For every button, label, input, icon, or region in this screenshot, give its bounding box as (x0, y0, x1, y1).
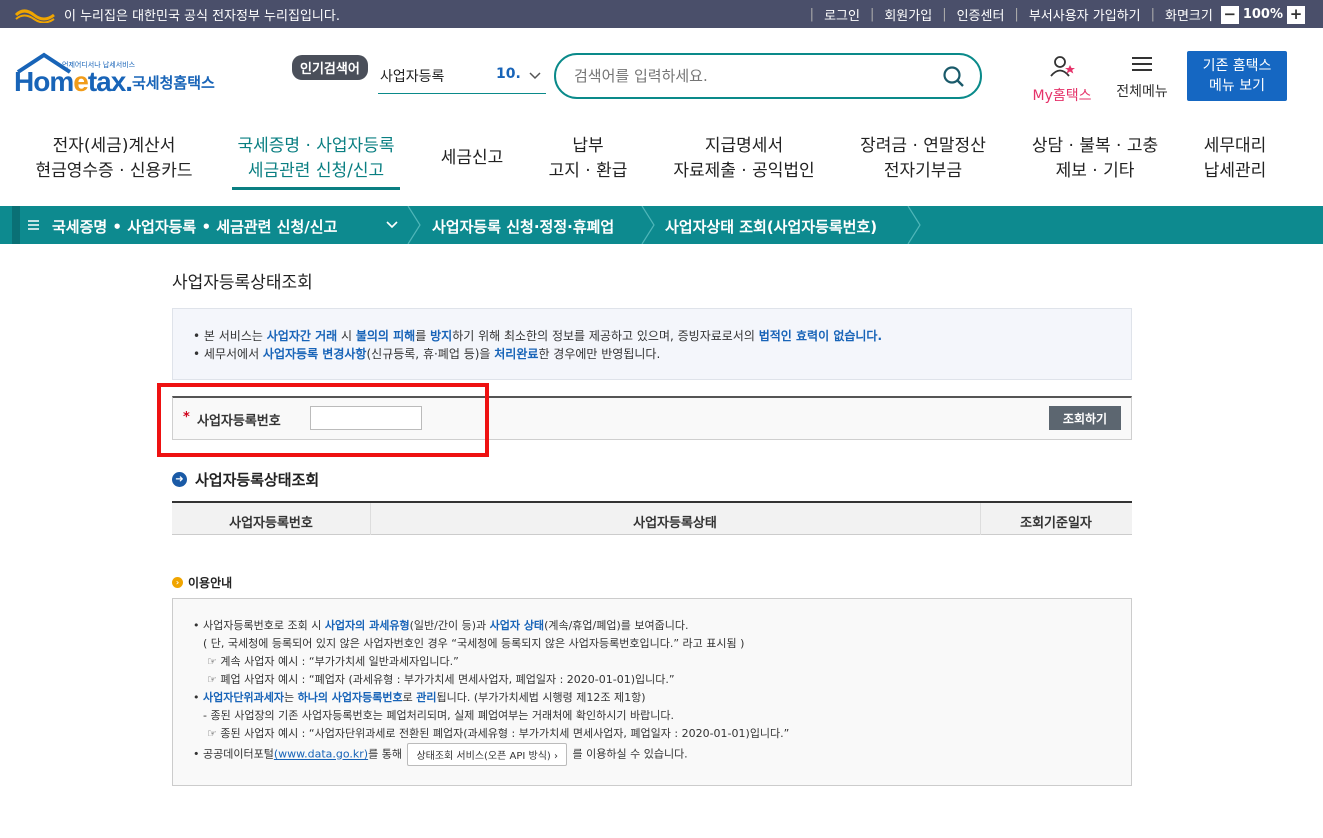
nav-item-einvoice[interactable]: 전자(세금)계산서 현금영수증 · 신용카드 (34, 134, 194, 184)
chevron-down-icon[interactable] (386, 220, 398, 230)
breadcrumb-level-3[interactable]: 사업자상태 조회(사업자등록번호) (665, 216, 877, 237)
zoom-out-button[interactable]: − (1220, 5, 1239, 24)
search-input[interactable] (574, 64, 934, 88)
hometax-logo[interactable]: 언제어디서나 납세서비스 Hometax. 국세청홈택스 (14, 52, 234, 104)
info-circle-icon: › (172, 577, 183, 588)
nav-item-tax-report[interactable]: 세금신고 (432, 134, 512, 171)
nav-item-statement[interactable]: 지급명세서 자료제출 · 공익법인 (666, 134, 822, 184)
my-hometax-button[interactable]: My홈택스 (1026, 55, 1098, 105)
breadcrumb-level-2[interactable]: 사업자등록 신청·정정·휴폐업 (432, 216, 614, 237)
data-portal-link[interactable]: (www.data.go.kr) (274, 748, 368, 761)
popular-rank: 10. (496, 66, 521, 82)
service-notice: • 본 서비스는 사업자간 거래 시 불의의 피해를 방지하기 위해 최소한의 … (172, 308, 1132, 380)
guide-line-1: • 사업자등록번호로 조회 시 사업자의 과세유형(일반/간이 등)과 사업자 … (193, 619, 689, 632)
user-icon (1050, 56, 1075, 77)
cert-center-link[interactable]: 인증센터 (957, 5, 1005, 24)
gov-notice-text: 이 누리집은 대한민국 공식 전자정부 누리집입니다. (64, 9, 340, 24)
menu-list-icon (28, 220, 39, 230)
col-reference-date: 조회기준일자 (1020, 516, 1092, 531)
nav-item-certificate[interactable]: 국세증명 · 사업자등록 세금관련 신청/신고 (232, 134, 400, 190)
result-table-header: 사업자등록번호 사업자등록상태 조회기준일자 (172, 501, 1132, 535)
my-hometax-label: My홈택스 (1032, 88, 1092, 104)
breadcrumb-divider-icon (407, 206, 421, 244)
screen-size-label: 화면크기 (1164, 9, 1213, 24)
inquiry-button[interactable]: 조회하기 (1049, 406, 1121, 430)
search-icon[interactable] (942, 65, 966, 89)
zoom-level: 100% (1242, 7, 1283, 22)
dept-user-signup-link[interactable]: 부서사용자 가입하기 (1029, 5, 1141, 24)
guide-line-2: ( 단, 국세청에 등록되어 있지 않은 사업자번호인 경우 “국세청에 등록되… (203, 637, 745, 650)
all-menu-label: 전체메뉴 (1116, 84, 1168, 100)
old-menu-button[interactable]: 기존 홈택스 메뉴 보기 (1187, 51, 1287, 101)
nav-item-payment[interactable]: 납부 고지 · 환급 (538, 134, 638, 184)
page-title: 사업자등록상태조회 (172, 273, 313, 293)
nav-item-agent[interactable]: 세무대리 납세관리 (1196, 134, 1274, 184)
highlight-box (157, 383, 489, 457)
col-business-status: 사업자등록상태 (633, 516, 717, 531)
col-business-number: 사업자등록번호 (229, 516, 313, 531)
result-section-title: ➜ 사업자등록상태조회 (172, 469, 319, 490)
guide-title: › 이용안내 (172, 574, 232, 591)
popular-search-badge: 인기검색어 (292, 55, 368, 80)
breadcrumb: 국세증명 • 사업자등록 • 세금관련 신청/신고 사업자등록 신청·정정·휴폐… (0, 206, 1323, 244)
gov-banner: 이 누리집은 대한민국 공식 전자정부 누리집입니다. | 로그인 | 회원가입… (0, 0, 1323, 28)
main-nav: 전자(세금)계산서 현금영수증 · 신용카드 국세증명 · 사업자등록 세금관련 신… (0, 134, 1323, 200)
guide-line-7: ☞ 종된 사업자 예시 : “사업자단위과세로 전환된 폐업자(과세유형 : 부… (207, 727, 790, 740)
open-api-button[interactable]: 상태조회 서비스(오픈 API 방식) › (407, 743, 567, 766)
chevron-down-icon (529, 72, 541, 80)
logo-korean-name: 국세청홈택스 (132, 74, 215, 92)
arrow-circle-icon: ➜ (172, 472, 187, 487)
guide-line-3: ☞ 계속 사업자 예시 : “부가가치세 일반과세자입니다.” (207, 655, 459, 668)
breadcrumb-divider-icon (907, 206, 921, 244)
all-menu-button[interactable]: 전체메뉴 (1110, 55, 1174, 101)
hamburger-icon (1132, 57, 1152, 71)
notice-line-2: • 세무서에서 사업자등록 변경사항(신규등록, 휴·폐업 등)을 처리완료한 … (193, 347, 661, 361)
guide-line-4: ☞ 폐업 사업자 예시 : “폐업자 (과세유형 : 부가가치세 면세사업자, … (207, 673, 675, 686)
guide-line-5: • 사업자단위과세자는 하나의 사업자등록번호로 관리됩니다. (부가가치세법 … (193, 691, 646, 704)
breadcrumb-divider-icon (641, 206, 655, 244)
usage-guide: • 사업자등록번호로 조회 시 사업자의 과세유형(일반/간이 등)과 사업자 … (172, 598, 1132, 786)
gov-emblem-icon (14, 9, 55, 23)
search-box (554, 53, 982, 99)
notice-line-1: • 본 서비스는 사업자간 거래 시 불의의 피해를 방지하기 위해 최소한의 … (193, 329, 883, 343)
breadcrumb-level-1[interactable]: 국세증명 • 사업자등록 • 세금관련 신청/신고 (52, 216, 337, 237)
popular-search-select[interactable]: 사업자등록 10. (378, 64, 546, 94)
logo-brand: Hometax. (14, 66, 133, 97)
popular-term: 사업자등록 (380, 69, 445, 85)
nav-item-incentive[interactable]: 장려금 · 연말정산 전자기부금 (852, 134, 994, 184)
guide-line-6: - 종된 사업장의 기존 사업자등록번호는 폐업처리되며, 실제 폐업여부는 거… (203, 709, 674, 722)
zoom-in-button[interactable]: + (1287, 5, 1305, 24)
login-link[interactable]: 로그인 (824, 5, 860, 24)
guide-line-8: • 공공데이터포털(www.data.go.kr)를 통해 상태조회 서비스(오… (193, 743, 688, 766)
nav-item-consult[interactable]: 상담 · 불복 · 고충 제보 · 기타 (1024, 134, 1166, 184)
signup-link[interactable]: 회원가입 (884, 5, 932, 24)
